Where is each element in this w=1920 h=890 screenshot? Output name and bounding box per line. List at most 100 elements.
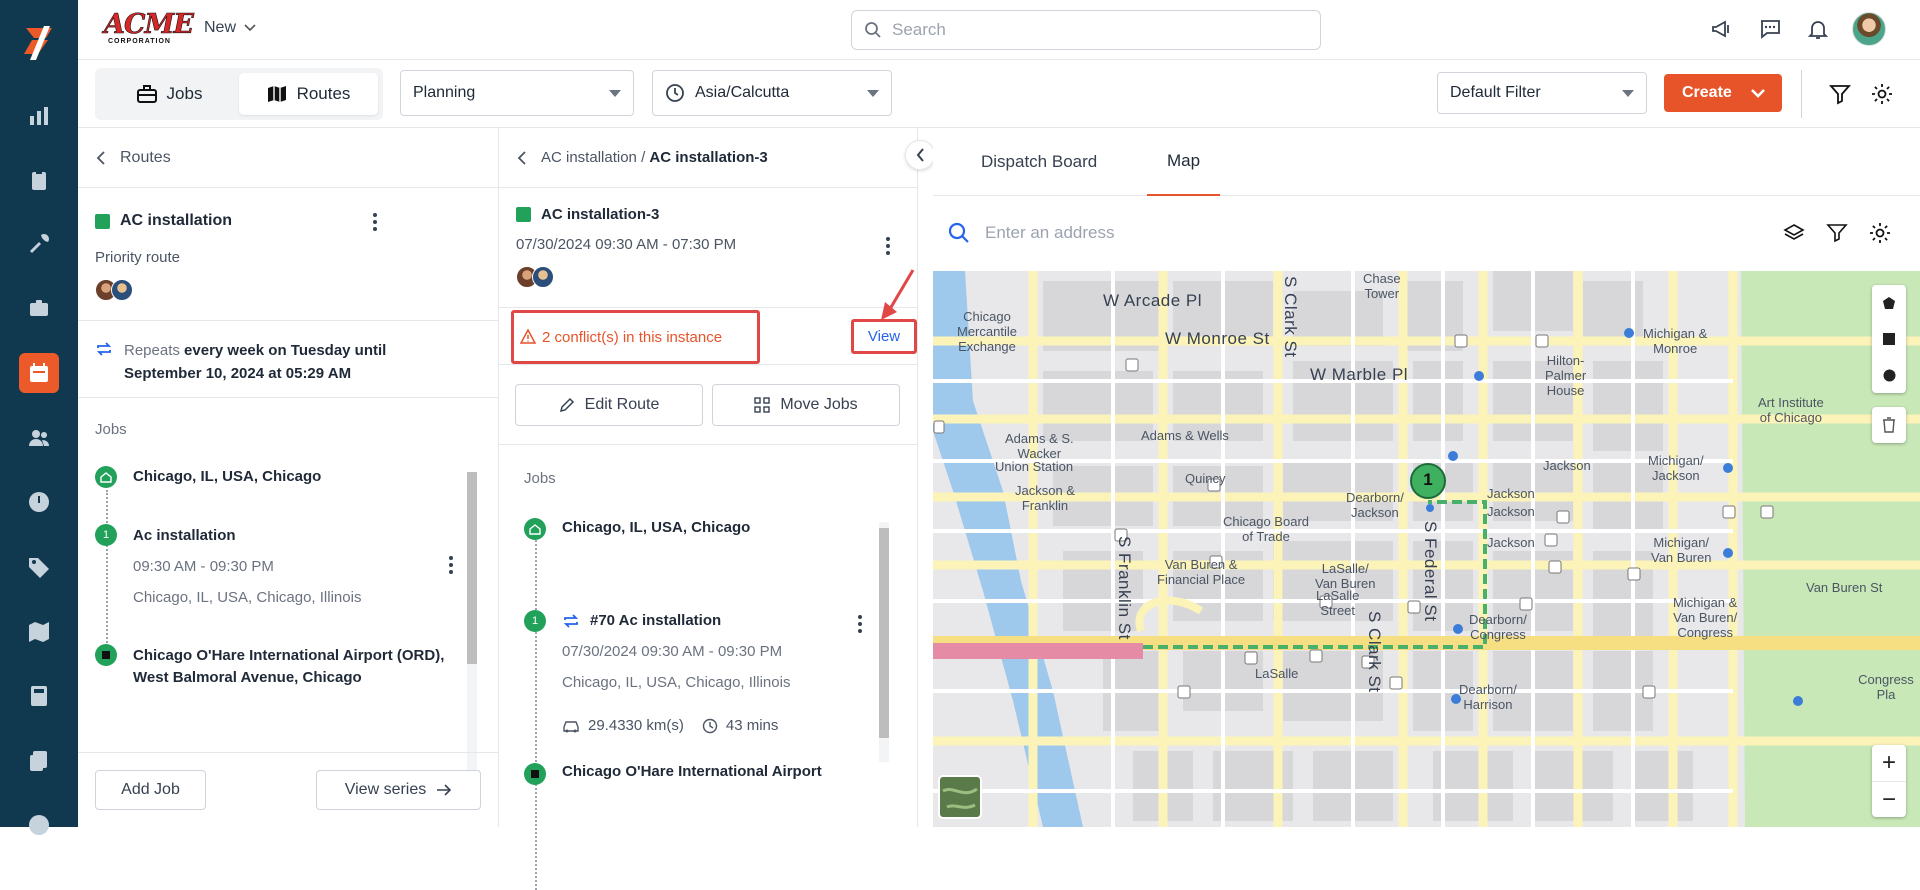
gear-icon[interactable] (1870, 82, 1894, 106)
edit-route-label: Edit Route (584, 396, 660, 413)
move-jobs-button[interactable]: Move Jobs (712, 384, 900, 426)
map-label: Jackson (1543, 458, 1591, 473)
calculator-icon[interactable] (19, 676, 59, 716)
map-icon[interactable] (19, 612, 59, 652)
layers-icon[interactable] (1783, 222, 1805, 244)
instance-breadcrumb: AC installation / AC installation-3 (499, 128, 917, 188)
megaphone-icon[interactable] (1708, 15, 1736, 43)
repeats-value: every week on Tuesday until (184, 342, 387, 359)
scrollbar-thumb[interactable] (879, 528, 889, 738)
default-filter-select[interactable]: Default Filter (1437, 72, 1647, 114)
jobs-tab[interactable]: Jobs (100, 73, 239, 115)
routes-breadcrumb[interactable]: Routes (78, 128, 498, 188)
crumb-parent[interactable]: AC installation (541, 149, 637, 166)
job-end-line2: West Balmoral Avenue, Chicago (133, 669, 362, 686)
tab-dispatch-board[interactable]: Dispatch Board (981, 128, 1097, 196)
gear-icon[interactable] (1868, 221, 1892, 245)
scrollbar-thumb[interactable] (467, 472, 477, 664)
clock-icon[interactable] (19, 482, 59, 522)
chevron-left-icon[interactable] (517, 150, 527, 165)
zoom-in-button[interactable]: + (1872, 745, 1906, 781)
duration: 43 mins (725, 717, 779, 734)
map-label: Chicago Mercantile Exchange (957, 309, 1017, 354)
view-conflicts-link[interactable]: View (851, 319, 917, 354)
move-jobs-label: Move Jobs (780, 396, 858, 413)
avatar (532, 266, 554, 288)
map-canvas[interactable]: Chase Tower Chicago Mercantile Exchange … (933, 271, 1920, 827)
map-label: Jackson (1487, 504, 1535, 519)
map-label: Union Station (995, 459, 1074, 474)
tab-map[interactable]: Map (1147, 128, 1221, 196)
global-search-input[interactable]: Search (851, 10, 1321, 50)
user-avatar[interactable] (1852, 12, 1886, 46)
logo-icon[interactable] (16, 20, 60, 64)
map-label: Van Buren & Financial Place (1157, 557, 1246, 587)
map-label: S Federal St (1421, 521, 1440, 622)
acme-logo[interactable]: ACME CORPORATION (104, 11, 195, 46)
create-button[interactable]: Create (1664, 74, 1782, 112)
add-job-button[interactable]: Add Job (95, 770, 206, 810)
filter-icon[interactable] (1828, 82, 1852, 106)
collapse-panel-button[interactable] (905, 140, 935, 170)
search-placeholder: Search (892, 20, 946, 39)
repeats-until: September 10, 2024 at 05:29 AM (124, 365, 352, 382)
assignee-avatars[interactable] (95, 279, 133, 301)
map-label: S Franklin St (1115, 536, 1134, 640)
job-more-icon[interactable] (850, 614, 870, 634)
chevron-left-icon[interactable] (96, 150, 106, 165)
chat-icon[interactable] (1756, 15, 1784, 43)
timezone-select[interactable]: Asia/Calcutta (652, 70, 892, 116)
tools-icon[interactable] (19, 224, 59, 264)
map-label: Adams & S. Wacker (1005, 431, 1074, 461)
routes-tab[interactable]: Routes (239, 73, 378, 115)
job-start-title[interactable]: Chicago, IL, USA, Chicago (562, 519, 750, 536)
zoom-out-button[interactable]: − (1872, 781, 1906, 817)
job-end-title[interactable]: Chicago O'Hare International Airport (OR… (133, 645, 444, 689)
warning-icon (520, 329, 536, 344)
instance-more-icon[interactable] (878, 236, 898, 256)
planning-select[interactable]: Planning (400, 70, 634, 116)
route-more-icon[interactable] (365, 212, 385, 232)
briefcase-icon (136, 85, 157, 103)
crumb-separator: / (641, 149, 646, 166)
trash-icon[interactable] (1872, 407, 1906, 443)
people-icon[interactable] (19, 418, 59, 458)
repeat-icon (563, 614, 579, 628)
edit-route-button[interactable]: Edit Route (515, 384, 703, 426)
circle-icon[interactable] (1872, 357, 1906, 393)
map-label: Van Buren St (1806, 580, 1883, 595)
priority-label: Priority route (95, 249, 181, 266)
map-label: Dearborn/ Jackson (1346, 490, 1404, 520)
clipboard-icon[interactable] (19, 160, 59, 200)
map-label: Art Institute of Chicago (1758, 395, 1824, 425)
new-menu-button[interactable]: New (204, 19, 256, 37)
job-end-title[interactable]: Chicago O'Hare International Airport (562, 763, 822, 780)
route-stop-marker[interactable]: 1 (1418, 470, 1438, 490)
job-start-title[interactable]: Chicago, IL, USA, Chicago (133, 468, 321, 485)
new-label: New (204, 19, 237, 36)
job-title[interactable]: Ac installation (133, 527, 236, 544)
dashboard-icon[interactable] (19, 96, 59, 136)
tag-icon[interactable] (19, 547, 59, 587)
job-more-icon[interactable] (441, 555, 461, 575)
polygon-icon[interactable] (1872, 285, 1906, 321)
bell-icon[interactable] (1804, 15, 1832, 43)
travel-info: 29.4330 km(s) 43 mins (562, 717, 778, 734)
calendar-icon[interactable] (19, 353, 59, 393)
docs-icon[interactable] (19, 741, 59, 781)
rectangle-icon[interactable] (1872, 321, 1906, 357)
filter-icon[interactable] (1826, 222, 1848, 244)
job-title[interactable]: #70 Ac installation (590, 612, 721, 629)
assignee-avatars[interactable] (516, 266, 554, 288)
home-icon (524, 518, 546, 540)
briefcase-icon[interactable] (19, 288, 59, 328)
toolbar: Jobs Routes Planning Asia/Calcutta Defau… (78, 60, 1920, 128)
grid-icon (754, 397, 771, 413)
job-time: 09:30 AM - 09:30 PM (133, 558, 274, 575)
pie-icon[interactable] (19, 805, 59, 845)
jobs-tab-label: Jobs (166, 84, 203, 103)
view-series-button[interactable]: View series (316, 770, 481, 810)
address-search[interactable]: Enter an address (933, 196, 1920, 270)
top-bar: ACME CORPORATION New Search (78, 0, 1920, 60)
back-to-routes[interactable]: Routes (120, 149, 171, 167)
